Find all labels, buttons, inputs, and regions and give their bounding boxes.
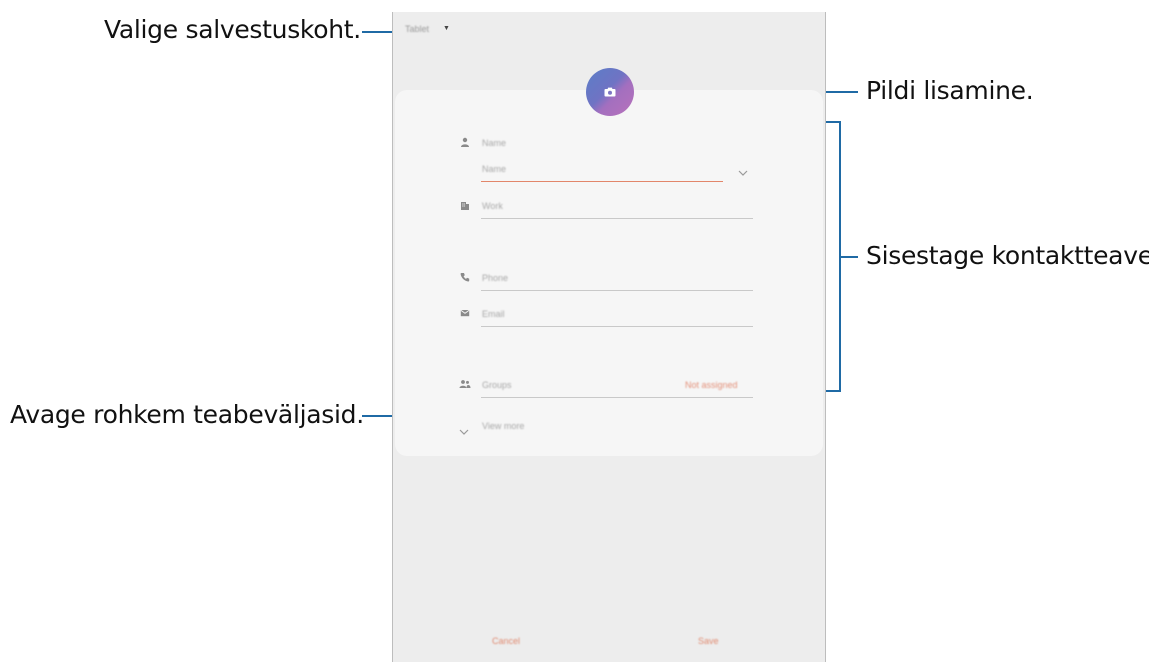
name-label: Name (482, 138, 507, 148)
device-screen: Tablet ▼ Name Name Work Phone Email Grou… (392, 12, 826, 662)
dropdown-arrow-icon: ▼ (443, 25, 450, 32)
view-more-chevron-icon[interactable] (459, 423, 469, 435)
name-input-underline (481, 181, 723, 182)
add-photo-button[interactable] (586, 68, 634, 116)
phone-input-underline (481, 290, 753, 291)
groups-value[interactable]: Not assigned (685, 380, 738, 390)
groups-icon (459, 378, 471, 390)
person-icon (459, 136, 471, 148)
email-input-underline (481, 326, 753, 327)
leader-line-contact (841, 256, 858, 258)
callout-add-picture: Pildi lisamine. (866, 76, 1034, 105)
cancel-button[interactable]: Cancel (492, 636, 520, 646)
save-button[interactable]: Save (698, 636, 719, 646)
camera-icon (604, 87, 616, 97)
storage-location-label: Tablet (405, 24, 430, 34)
building-icon (459, 199, 471, 211)
work-input-underline (481, 218, 753, 219)
email-input[interactable]: Email (482, 309, 505, 319)
storage-location-selector[interactable]: Tablet (405, 24, 429, 34)
chevron-down-icon[interactable] (738, 164, 748, 176)
groups-underline (481, 397, 753, 398)
callout-open-more-fields: Avage rohkem teabeväljasid. (10, 400, 364, 429)
name-input[interactable]: Name (482, 164, 506, 174)
groups-label[interactable]: Groups (482, 380, 512, 390)
work-input[interactable]: Work (482, 201, 503, 211)
callout-storage-location: Valige salvestuskoht. (104, 15, 361, 44)
phone-icon (459, 271, 471, 283)
view-more-button[interactable]: View more (482, 421, 524, 431)
contact-form-card: Name Name Work Phone Email Groups Not as… (395, 90, 823, 456)
callout-enter-contact-info: Sisestage kontaktteave. (866, 241, 1149, 270)
email-icon (459, 307, 471, 319)
phone-input[interactable]: Phone (482, 273, 508, 283)
